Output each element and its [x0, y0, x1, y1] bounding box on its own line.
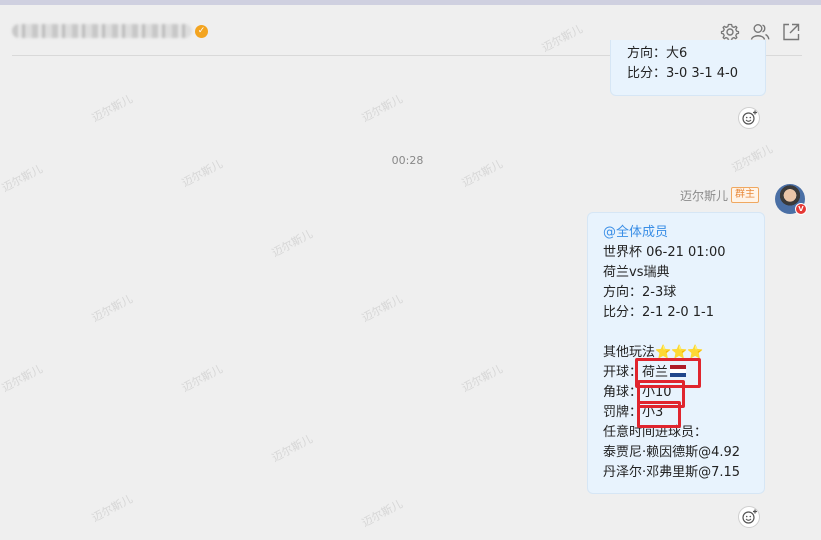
- watermark: 迈尔斯儿: [459, 157, 505, 190]
- watermark: 迈尔斯儿: [179, 362, 225, 395]
- previous-message-bubble[interactable]: 方向：大6 比分：3-0 3-1 4-0: [610, 40, 766, 96]
- sender-name[interactable]: 迈尔斯儿: [660, 187, 728, 204]
- mention-all[interactable]: @全体成员: [603, 223, 668, 243]
- watermark: 迈尔斯儿: [269, 227, 315, 260]
- watermark: 迈尔斯儿: [0, 362, 45, 395]
- blurred-chat-title: [12, 24, 192, 38]
- watermark: 迈尔斯儿: [89, 492, 135, 525]
- emoji-add-icon[interactable]: [738, 107, 760, 129]
- verified-badge-icon: ✓: [195, 25, 208, 38]
- match-time-text: 世界杯 06-21 01:00: [603, 245, 726, 260]
- watermark: 迈尔斯儿: [89, 292, 135, 325]
- scorer-2: 丹泽尔·邓弗里斯@7.15: [603, 465, 741, 480]
- message-timestamp: 00:28: [391, 154, 424, 167]
- scorer-1: 泰贾尼·赖因德斯@4.92: [603, 445, 741, 460]
- message-bubble[interactable]: @全体成员 世界杯 06-21 01:00 荷兰vs瑞典 方向：2-3球 比分：…: [587, 212, 765, 494]
- watermark: 迈尔斯儿: [89, 92, 135, 125]
- watermark: 迈尔斯儿: [729, 142, 775, 175]
- watermark: 迈尔斯儿: [179, 157, 225, 190]
- watermark: 迈尔斯儿: [359, 92, 405, 125]
- verified-badge-icon: V: [795, 203, 807, 215]
- watermark: 迈尔斯儿: [0, 162, 45, 195]
- watermark: 迈尔斯儿: [359, 292, 405, 325]
- watermark: 迈尔斯儿: [459, 362, 505, 395]
- external-link-icon[interactable]: [780, 21, 802, 43]
- emoji-add-icon[interactable]: [738, 506, 760, 528]
- teams-text: 荷兰vs瑞典: [603, 265, 670, 280]
- prev-direction-text: 方向：大6: [627, 46, 688, 61]
- direction-text: 方向：2-3球: [603, 285, 677, 300]
- watermark: 迈尔斯儿: [269, 432, 315, 465]
- highlight-box-cards: [637, 401, 681, 428]
- role-badge: 群主: [731, 187, 759, 203]
- watermark: 迈尔斯儿: [359, 497, 405, 530]
- prev-score-text: 比分：3-0 3-1 4-0: [627, 66, 738, 81]
- score-text: 比分：2-1 2-0 1-1: [603, 305, 714, 320]
